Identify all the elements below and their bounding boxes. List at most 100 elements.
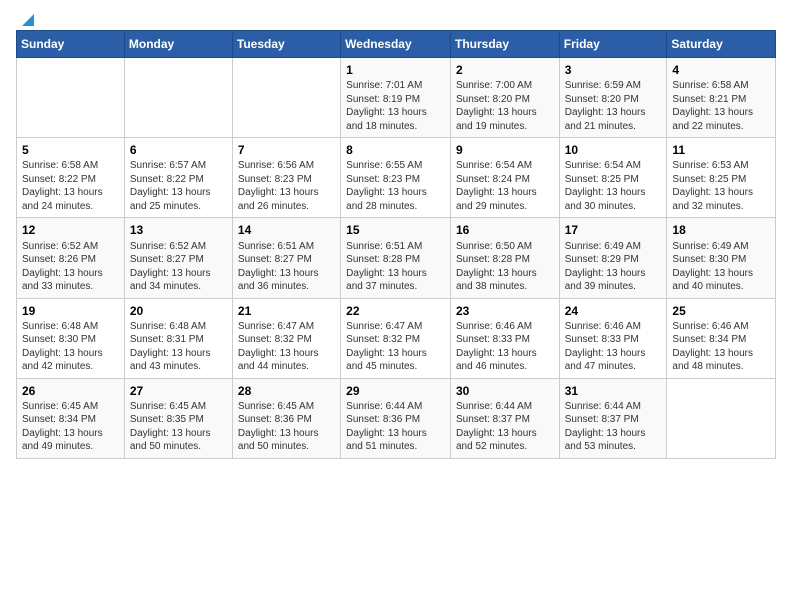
calendar-cell: 20Sunrise: 6:48 AM Sunset: 8:31 PM Dayli…: [124, 298, 232, 378]
day-number: 20: [130, 303, 227, 319]
day-info: Sunrise: 6:45 AM Sunset: 8:36 PM Dayligh…: [238, 400, 335, 454]
day-info: Sunrise: 6:58 AM Sunset: 8:21 PM Dayligh…: [672, 79, 770, 133]
col-header-saturday: Saturday: [667, 31, 776, 58]
calendar-cell: 18 Sunrise: 6:49 AM Sunset: 8:30 PM Dayli…: [667, 218, 776, 298]
calendar-cell: 5Sunrise: 6:58 AM Sunset: 8:22 PM Daylig…: [17, 138, 125, 218]
calendar-cell: 11Sunrise: 6:53 AM Sunset: 8:25 PM Dayli…: [667, 138, 776, 218]
calendar-cell: 14 Sunrise: 6:51 AM Sunset: 8:27 PM Dayli…: [232, 218, 340, 298]
day-info: Sunrise: 6:55 AM Sunset: 8:23 PM Dayligh…: [346, 159, 445, 213]
day-number: 2: [456, 62, 554, 78]
day-info: Sunrise: 6:56 AM Sunset: 8:23 PM Dayligh…: [238, 159, 335, 213]
calendar-cell: 31Sunrise: 6:44 AM Sunset: 8:37 PM Dayli…: [559, 378, 667, 458]
calendar-table: SundayMondayTuesdayWednesdayThursdayFrid…: [16, 30, 776, 459]
day-number: 27: [130, 383, 227, 399]
calendar-cell: 15 Sunrise: 6:51 AM Sunset: 8:28 PM Dayli…: [341, 218, 451, 298]
day-info: Sunrise: 6:44 AM Sunset: 8:36 PM Dayligh…: [346, 400, 445, 454]
day-info: Sunrise: 6:46 AM Sunset: 8:33 PM Dayligh…: [456, 320, 554, 374]
day-info: Sunrise: 6:50 AM Sunset: 8:28 PM Dayligh…: [456, 240, 554, 294]
calendar-cell: 29Sunrise: 6:44 AM Sunset: 8:36 PM Dayli…: [341, 378, 451, 458]
calendar-cell: [232, 58, 340, 138]
day-info: Sunrise: 6:59 AM Sunset: 8:20 PM Dayligh…: [565, 79, 662, 133]
day-number: 19: [22, 303, 119, 319]
day-number: 13: [130, 222, 227, 238]
day-info: Sunrise: 6:47 AM Sunset: 8:32 PM Dayligh…: [238, 320, 335, 374]
page: SundayMondayTuesdayWednesdayThursdayFrid…: [0, 0, 792, 469]
day-number: 10: [565, 142, 662, 158]
day-number: 8: [346, 142, 445, 158]
day-number: 30: [456, 383, 554, 399]
day-info: Sunrise: 6:52 AM Sunset: 8:26 PM Dayligh…: [22, 240, 119, 294]
calendar-cell: 23Sunrise: 6:46 AM Sunset: 8:33 PM Dayli…: [450, 298, 559, 378]
week-row-5: 26Sunrise: 6:45 AM Sunset: 8:34 PM Dayli…: [17, 378, 776, 458]
day-number: 25: [672, 303, 770, 319]
calendar-cell: 28Sunrise: 6:45 AM Sunset: 8:36 PM Dayli…: [232, 378, 340, 458]
day-info: Sunrise: 6:51 AM Sunset: 8:28 PM Dayligh…: [346, 240, 445, 294]
calendar-cell: 12 Sunrise: 6:52 AM Sunset: 8:26 PM Dayli…: [17, 218, 125, 298]
calendar-cell: 17 Sunrise: 6:49 AM Sunset: 8:29 PM Dayli…: [559, 218, 667, 298]
day-number: 29: [346, 383, 445, 399]
logo: [16, 12, 37, 24]
day-number: 3: [565, 62, 662, 78]
day-info: Sunrise: 6:45 AM Sunset: 8:35 PM Dayligh…: [130, 400, 227, 454]
calendar-cell: [124, 58, 232, 138]
day-number: 7: [238, 142, 335, 158]
calendar-cell: 26Sunrise: 6:45 AM Sunset: 8:34 PM Dayli…: [17, 378, 125, 458]
calendar-cell: [667, 378, 776, 458]
day-info: Sunrise: 6:49 AM Sunset: 8:30 PM Dayligh…: [672, 240, 770, 294]
week-row-4: 19Sunrise: 6:48 AM Sunset: 8:30 PM Dayli…: [17, 298, 776, 378]
day-info: Sunrise: 6:54 AM Sunset: 8:25 PM Dayligh…: [565, 159, 662, 213]
day-info: Sunrise: 6:57 AM Sunset: 8:22 PM Dayligh…: [130, 159, 227, 213]
day-number: 23: [456, 303, 554, 319]
calendar-cell: 22Sunrise: 6:47 AM Sunset: 8:32 PM Dayli…: [341, 298, 451, 378]
day-info: Sunrise: 6:53 AM Sunset: 8:25 PM Dayligh…: [672, 159, 770, 213]
col-header-friday: Friday: [559, 31, 667, 58]
col-header-monday: Monday: [124, 31, 232, 58]
day-number: 1: [346, 62, 445, 78]
day-number: 12: [22, 222, 119, 238]
day-number: 26: [22, 383, 119, 399]
calendar-cell: 4Sunrise: 6:58 AM Sunset: 8:21 PM Daylig…: [667, 58, 776, 138]
day-number: 28: [238, 383, 335, 399]
calendar-cell: 21Sunrise: 6:47 AM Sunset: 8:32 PM Dayli…: [232, 298, 340, 378]
calendar-cell: 13 Sunrise: 6:52 AM Sunset: 8:27 PM Dayli…: [124, 218, 232, 298]
day-number: 17: [565, 222, 662, 238]
day-number: 9: [456, 142, 554, 158]
col-header-tuesday: Tuesday: [232, 31, 340, 58]
calendar-cell: 10Sunrise: 6:54 AM Sunset: 8:25 PM Dayli…: [559, 138, 667, 218]
day-number: 11: [672, 142, 770, 158]
day-info: Sunrise: 6:58 AM Sunset: 8:22 PM Dayligh…: [22, 159, 119, 213]
calendar-cell: [17, 58, 125, 138]
day-info: Sunrise: 6:44 AM Sunset: 8:37 PM Dayligh…: [456, 400, 554, 454]
calendar-cell: 3Sunrise: 6:59 AM Sunset: 8:20 PM Daylig…: [559, 58, 667, 138]
col-header-sunday: Sunday: [17, 31, 125, 58]
calendar-cell: 27Sunrise: 6:45 AM Sunset: 8:35 PM Dayli…: [124, 378, 232, 458]
day-info: Sunrise: 6:46 AM Sunset: 8:34 PM Dayligh…: [672, 320, 770, 374]
day-number: 14: [238, 222, 335, 238]
day-info: Sunrise: 6:52 AM Sunset: 8:27 PM Dayligh…: [130, 240, 227, 294]
header: [16, 12, 776, 24]
day-info: Sunrise: 7:00 AM Sunset: 8:20 PM Dayligh…: [456, 79, 554, 133]
calendar-cell: 2Sunrise: 7:00 AM Sunset: 8:20 PM Daylig…: [450, 58, 559, 138]
day-info: Sunrise: 6:48 AM Sunset: 8:31 PM Dayligh…: [130, 320, 227, 374]
day-info: Sunrise: 7:01 AM Sunset: 8:19 PM Dayligh…: [346, 79, 445, 133]
day-number: 18: [672, 222, 770, 238]
day-info: Sunrise: 6:46 AM Sunset: 8:33 PM Dayligh…: [565, 320, 662, 374]
day-number: 24: [565, 303, 662, 319]
header-row: SundayMondayTuesdayWednesdayThursdayFrid…: [17, 31, 776, 58]
day-info: Sunrise: 6:54 AM Sunset: 8:24 PM Dayligh…: [456, 159, 554, 213]
day-info: Sunrise: 6:47 AM Sunset: 8:32 PM Dayligh…: [346, 320, 445, 374]
day-info: Sunrise: 6:51 AM Sunset: 8:27 PM Dayligh…: [238, 240, 335, 294]
col-header-thursday: Thursday: [450, 31, 559, 58]
logo-icon: [19, 10, 37, 28]
calendar-cell: 24Sunrise: 6:46 AM Sunset: 8:33 PM Dayli…: [559, 298, 667, 378]
day-info: Sunrise: 6:45 AM Sunset: 8:34 PM Dayligh…: [22, 400, 119, 454]
day-number: 16: [456, 222, 554, 238]
day-info: Sunrise: 6:49 AM Sunset: 8:29 PM Dayligh…: [565, 240, 662, 294]
calendar-cell: 8Sunrise: 6:55 AM Sunset: 8:23 PM Daylig…: [341, 138, 451, 218]
day-number: 15: [346, 222, 445, 238]
calendar-cell: 9Sunrise: 6:54 AM Sunset: 8:24 PM Daylig…: [450, 138, 559, 218]
day-info: Sunrise: 6:48 AM Sunset: 8:30 PM Dayligh…: [22, 320, 119, 374]
week-row-2: 5Sunrise: 6:58 AM Sunset: 8:22 PM Daylig…: [17, 138, 776, 218]
calendar-cell: 25Sunrise: 6:46 AM Sunset: 8:34 PM Dayli…: [667, 298, 776, 378]
day-number: 31: [565, 383, 662, 399]
